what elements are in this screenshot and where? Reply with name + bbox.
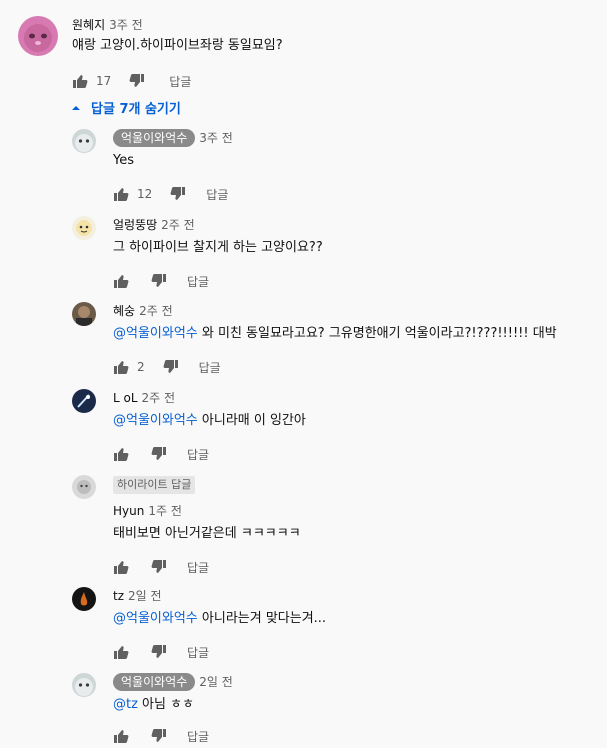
dislike-icon[interactable] — [151, 273, 167, 289]
reply-button[interactable]: 답글 — [169, 73, 191, 90]
avatar[interactable] — [72, 475, 96, 499]
reply-author[interactable]: Hyun — [113, 504, 144, 518]
reply-time[interactable]: 3주 전 — [199, 131, 233, 145]
like-icon[interactable] — [113, 446, 129, 462]
like-icon[interactable] — [113, 273, 129, 289]
dislike-icon[interactable] — [151, 446, 167, 462]
avatar[interactable] — [72, 129, 96, 153]
reply-text: @억울이와억수 와 미친 동일묘라고요? 그유명한애기 억울이라고?!???!!… — [113, 324, 593, 344]
mention-link[interactable]: @tz — [113, 697, 138, 712]
like-icon[interactable] — [113, 359, 129, 375]
reply-author-chip[interactable]: 억울이와억수 — [113, 673, 196, 691]
like-icon[interactable] — [113, 559, 129, 575]
hide-replies-button[interactable]: 답글 7개 숨기기 — [71, 95, 181, 119]
dislike-icon[interactable] — [163, 359, 179, 375]
reply-button[interactable]: 답글 — [187, 559, 209, 576]
reply-button[interactable]: 답글 — [187, 728, 209, 745]
dislike-icon[interactable] — [151, 644, 167, 660]
mention-link[interactable]: @억울이와억수 — [113, 413, 198, 428]
reply-author[interactable]: L oL — [113, 391, 138, 405]
dislike-icon[interactable] — [151, 559, 167, 575]
reply-button[interactable]: 답글 — [206, 186, 228, 203]
dislike-icon[interactable] — [151, 728, 167, 744]
hide-replies-label: 답글 7개 숨기기 — [91, 101, 181, 117]
reply-button[interactable]: 답글 — [187, 644, 209, 661]
avatar[interactable] — [72, 587, 96, 611]
reply-text: @억울이와억수 아니라는겨 맞다는겨... — [113, 609, 593, 629]
reply-text-body: 아님 ㅎㅎ — [137, 697, 195, 712]
like-count: 17 — [96, 74, 112, 88]
like-icon[interactable] — [72, 73, 88, 89]
reply-author[interactable]: 혜숭 — [113, 304, 135, 318]
like-count: 2 — [137, 360, 145, 374]
reply-time[interactable]: 1주 전 — [148, 504, 182, 518]
reply-text-body: 아니라매 이 잉간아 — [197, 413, 306, 428]
reply-button[interactable]: 답글 — [187, 446, 209, 463]
reply-time[interactable]: 2주 전 — [142, 391, 176, 405]
mention-link[interactable]: @억울이와억수 — [113, 611, 198, 626]
reply-author[interactable]: tz — [113, 589, 124, 603]
reply-time[interactable]: 2주 전 — [161, 218, 195, 232]
reply-author[interactable]: 얼렁뚱땅 — [113, 218, 157, 232]
mention-link[interactable]: @억울이와억수 — [113, 326, 198, 341]
reply-time[interactable]: 2주 전 — [139, 304, 173, 318]
reply-text: 태비보면 아닌거같은데 ㅋㅋㅋㅋㅋ — [113, 526, 301, 541]
reply-text: 그 하이파이브 찰지게 하는 고양이요?? — [113, 240, 323, 255]
reply-time[interactable]: 2일 전 — [199, 675, 233, 689]
dislike-icon[interactable] — [170, 186, 186, 202]
reply-text-body: 아니라는겨 맞다는겨... — [197, 611, 327, 626]
reply-time[interactable]: 2일 전 — [128, 589, 162, 603]
comment-time[interactable]: 3주 전 — [109, 18, 143, 32]
reply-text: @tz 아님 ㅎㅎ — [113, 695, 593, 715]
comment-text: 얘랑 고양이.하이파이브좌랑 동일묘임? — [72, 38, 283, 53]
avatar[interactable] — [72, 216, 96, 240]
reply-text: Yes — [113, 153, 134, 168]
avatar[interactable] — [18, 16, 58, 56]
reply-author-chip[interactable]: 억울이와억수 — [113, 129, 196, 147]
highlight-badge: 하이라이트 답글 — [113, 476, 196, 494]
reply-text-body: 와 미친 동일묘라고요? 그유명한애기 억울이라고?!???!!!!!! 대박 — [197, 326, 557, 341]
reply-button[interactable]: 답글 — [199, 359, 221, 376]
avatar[interactable] — [72, 673, 96, 697]
like-icon[interactable] — [113, 186, 129, 202]
comment-author[interactable]: 원혜지 — [72, 18, 105, 32]
avatar[interactable] — [72, 389, 96, 413]
like-count: 12 — [137, 187, 153, 201]
like-icon[interactable] — [113, 644, 129, 660]
avatar[interactable] — [72, 302, 96, 326]
reply-button[interactable]: 답글 — [187, 273, 209, 290]
reply-text: @억울이와억수 아니라매 이 잉간아 — [113, 411, 593, 431]
dislike-icon[interactable] — [129, 73, 145, 89]
chevron-up-icon — [71, 102, 81, 112]
like-icon[interactable] — [113, 728, 129, 744]
